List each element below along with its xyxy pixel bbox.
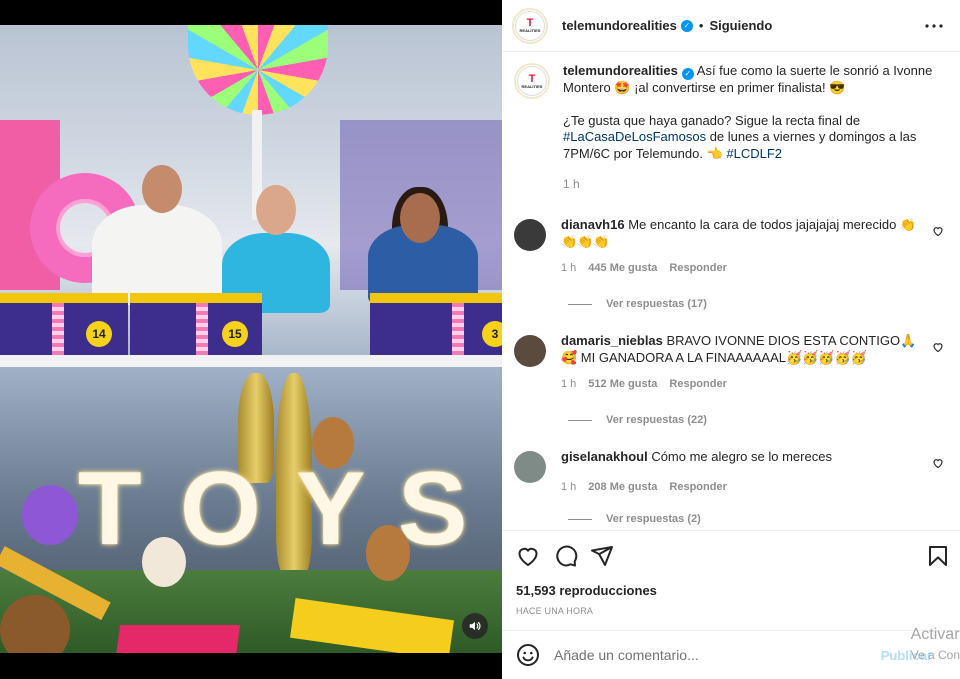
post-actions: 51,593 reproducciones HACE UNA HORA: [502, 530, 960, 630]
caption-timestamp: 1 h: [563, 177, 580, 192]
commenter-avatar[interactable]: [514, 219, 546, 251]
avatar-logo-letter: T: [528, 72, 536, 85]
reply-button[interactable]: Responder: [669, 260, 726, 277]
header-separator: •: [698, 18, 704, 33]
emoji-icon[interactable]: [516, 643, 540, 667]
reply-button[interactable]: Responder: [669, 376, 726, 393]
caption-text-block: telemundorealities ✓ Así fue como la suer…: [563, 63, 943, 193]
following-button[interactable]: Siguiendo: [709, 18, 772, 33]
post-header: T REALITIES telemundorealities ✓ • Sigui…: [502, 0, 960, 52]
account-avatar[interactable]: T REALITIES: [512, 7, 548, 44]
contestant-head: [256, 185, 296, 235]
post-panel: T REALITIES telemundorealities ✓ • Sigui…: [502, 0, 960, 679]
like-comment-icon[interactable]: [932, 457, 944, 469]
teddy-bear: [142, 537, 186, 587]
comment-likes[interactable]: 445 Me gusta: [588, 260, 657, 277]
box-number: 15: [222, 321, 248, 347]
contestant-head: [142, 165, 182, 213]
caption-avatar[interactable]: T REALITIES: [514, 63, 550, 99]
view-replies-label: Ver respuestas (17): [606, 298, 707, 310]
commenter-username[interactable]: giselanakhoul: [561, 449, 648, 464]
comment-timestamp: 1 h: [561, 262, 577, 274]
comment-input[interactable]: [554, 647, 874, 663]
windows-activation-watermark: Activar Ve a Con: [910, 626, 960, 662]
box-number: 14: [86, 321, 112, 347]
comment-timestamp: 1 h: [561, 378, 577, 390]
avatar-logo-text: REALITIES: [521, 83, 543, 89]
like-comment-icon[interactable]: [932, 341, 944, 353]
contestant-white-shirt: [92, 205, 222, 305]
bookmark-icon[interactable]: [926, 544, 950, 568]
caption-username[interactable]: telemundorealities: [563, 63, 678, 78]
teddy-bear: [366, 525, 410, 581]
table-edge: [0, 355, 502, 367]
sign-letter: O: [180, 451, 261, 567]
commenter-username[interactable]: dianavh16: [561, 217, 625, 232]
comment-likes[interactable]: 512 Me gusta: [588, 376, 657, 393]
view-replies-label: Ver respuestas (22): [606, 414, 707, 426]
comment-text: Cómo me alegro se lo mereces: [647, 449, 832, 464]
pink-tray: [115, 625, 241, 653]
sign-letter: Y: [296, 451, 366, 567]
reply-button[interactable]: Responder: [669, 479, 726, 496]
view-count[interactable]: 51,593 reproducciones: [516, 583, 657, 598]
gift-box: 14: [0, 293, 128, 359]
sign-letter: T: [78, 451, 142, 567]
comment-item: giselanakhoul Cómo me alegro se lo merec…: [514, 449, 954, 495]
box-number: 3: [482, 321, 502, 347]
commenter-avatar[interactable]: [514, 451, 546, 483]
comment-icon[interactable]: [554, 544, 578, 568]
avatar-logo-text: REALITIES: [519, 28, 541, 33]
view-replies-button[interactable]: Ver respuestas (2): [568, 513, 701, 525]
heart-icon[interactable]: [516, 544, 540, 568]
caption-text: ¿Te gusta que haya ganado? Sigue la rect…: [563, 112, 861, 128]
contestant-head: [400, 193, 440, 243]
view-replies-button[interactable]: Ver respuestas (17): [568, 298, 707, 310]
watermark-line: Activar: [910, 626, 960, 643]
post-timestamp: HACE UNA HORA: [516, 606, 594, 616]
giant-lollipop: [188, 25, 328, 115]
purple-dinosaur-toy: [22, 485, 78, 545]
hashtag-link[interactable]: #LaCasaDeLosFamosos: [563, 129, 706, 144]
post-caption: T REALITIES telemundorealities ✓ Así fue …: [514, 63, 944, 193]
gift-box: 15: [130, 293, 262, 359]
comments-list[interactable]: T REALITIES telemundorealities ✓ Así fue …: [502, 53, 960, 529]
commenter-avatar[interactable]: [514, 335, 546, 367]
comment-timestamp: 1 h: [561, 480, 577, 493]
comment-item: damaris_nieblas BRAVO IVONNE DIOS ESTA C…: [514, 333, 954, 393]
hashtag-link[interactable]: #LCDLF2: [726, 146, 782, 161]
watermark-line: Ve a Con: [910, 648, 960, 662]
sound-icon: [469, 621, 481, 631]
view-replies-label: Ver respuestas (2): [606, 513, 701, 525]
comment-likes[interactable]: 208 Me gusta: [588, 479, 657, 496]
gift-box: 3: [370, 293, 502, 359]
comment-composer: Publicar: [502, 630, 960, 679]
media-area: 14 15 3 T O Y S: [0, 0, 502, 679]
share-icon[interactable]: [590, 544, 614, 568]
account-username[interactable]: telemundorealities: [562, 18, 677, 33]
sound-toggle-button[interactable]: [462, 613, 488, 639]
commenter-username[interactable]: damaris_nieblas: [561, 333, 663, 348]
more-options-button[interactable]: [924, 16, 944, 36]
header-meta: telemundorealities ✓ • Siguiendo: [562, 18, 772, 33]
view-replies-button[interactable]: Ver respuestas (22): [568, 414, 707, 426]
verified-badge-icon: ✓: [681, 68, 694, 81]
video-player[interactable]: 14 15 3 T O Y S: [0, 25, 502, 653]
like-comment-icon[interactable]: [932, 225, 944, 237]
more-options-icon: [925, 24, 943, 28]
comment-item: dianavh16 Me encanto la cara de todos ja…: [514, 217, 954, 277]
verified-badge-icon: ✓: [680, 19, 693, 32]
